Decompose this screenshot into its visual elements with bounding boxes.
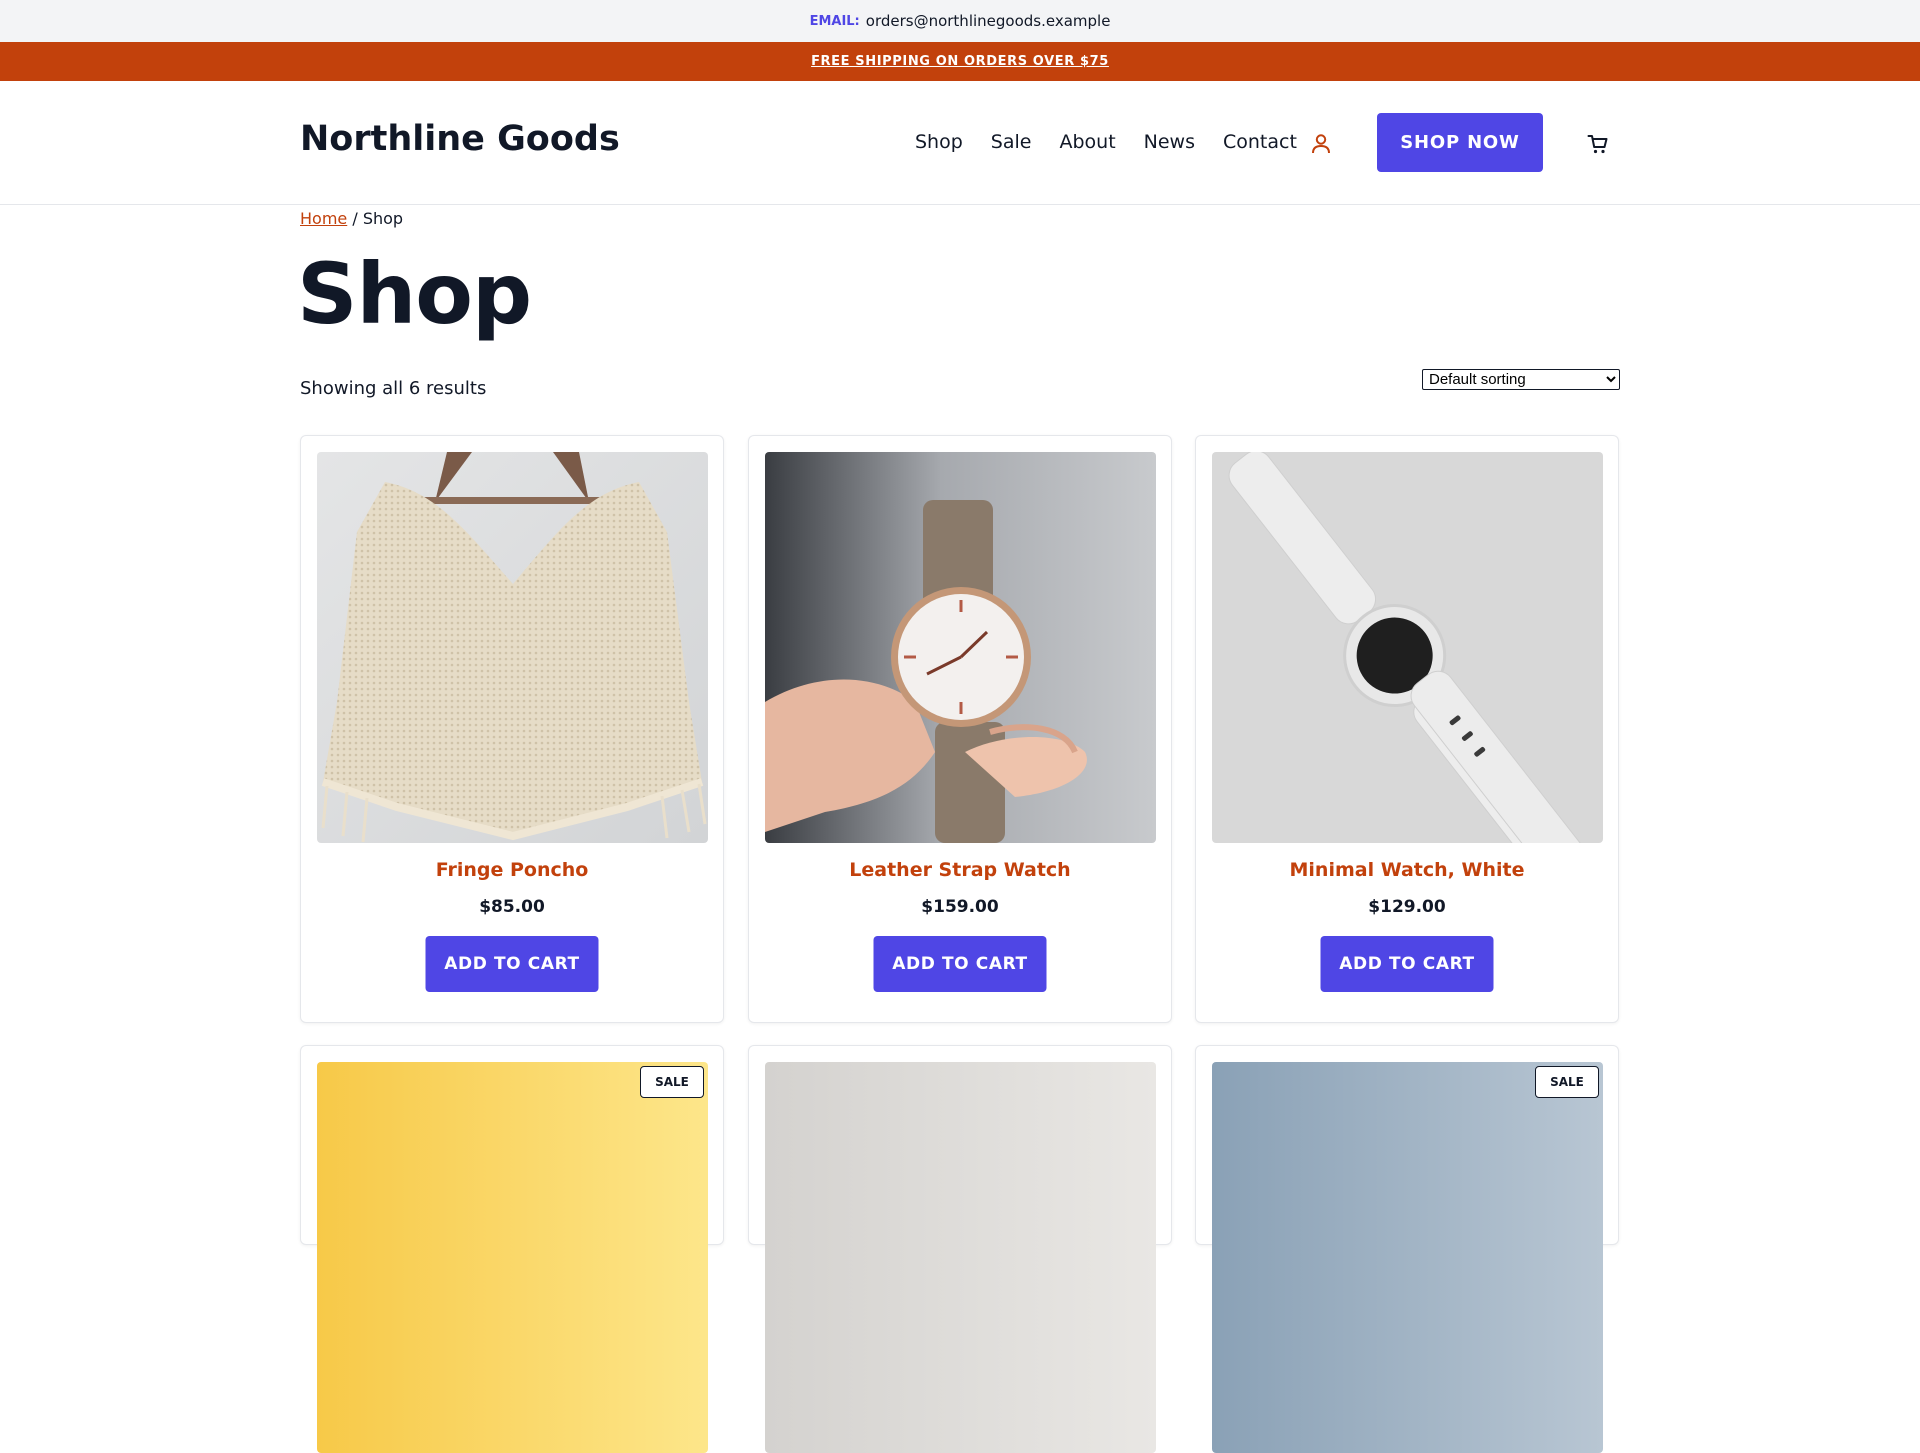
email-label: EMAIL: [809,13,860,29]
add-to-cart-button[interactable]: ADD TO CART [425,936,599,992]
product-price: $85.00 [479,897,545,917]
result-count: Showing all 6 results [300,378,487,399]
product-price: $129.00 [1368,897,1446,917]
breadcrumb: Home / Shop [300,209,403,228]
product-name[interactable]: Minimal Watch, White [1196,859,1618,881]
product-card: Leather Strap Watch $159.00 ADD TO CART [748,435,1172,1023]
add-to-cart-button[interactable]: ADD TO CART [873,936,1047,992]
product-name[interactable]: Fringe Poncho [301,859,723,881]
breadcrumb-home-link[interactable]: Home [300,209,347,228]
user-icon[interactable] [1311,133,1331,155]
product-image[interactable]: SALE [317,1062,708,1453]
product-card: Minimal Watch, White $129.00 ADD TO CART [1195,435,1619,1023]
main-nav: Shop Sale About News Contact [915,131,1297,153]
nav-item-news[interactable]: News [1144,131,1195,153]
product-price: $159.00 [921,897,999,917]
sale-badge: SALE [1535,1066,1599,1098]
nav-item-shop[interactable]: Shop [915,131,963,153]
product-card [748,1045,1172,1453]
product-image-fringe-poncho[interactable] [317,452,708,843]
sale-badge: SALE [640,1066,704,1098]
site-header: Northline Goods Shop Sale About News Con… [0,81,1920,205]
product-image-minimal-watch-white[interactable] [1212,452,1603,843]
nav-item-sale[interactable]: Sale [991,131,1032,153]
product-image-leather-strap-watch[interactable] [765,452,1156,843]
page-title: Shop [297,245,532,343]
email-address[interactable]: orders@northlinegoods.example [866,12,1111,30]
free-shipping-link[interactable]: FREE SHIPPING ON ORDERS OVER $75 [811,54,1109,69]
cart-icon[interactable] [1587,133,1609,155]
sort-select[interactable]: Default sorting [1422,369,1620,390]
product-card: SALE [1195,1045,1619,1453]
breadcrumb-separator: / [347,209,363,228]
site-logo[interactable]: Northline Goods [300,119,620,159]
shop-now-button[interactable]: SHOP NOW [1377,113,1543,172]
breadcrumb-current: Shop [362,209,404,228]
nav-item-contact[interactable]: Contact [1223,131,1297,153]
promo-banner: FREE SHIPPING ON ORDERS OVER $75 [0,42,1920,81]
nav-item-about[interactable]: About [1059,131,1115,153]
product-card: Fringe Poncho $85.00 ADD TO CART [300,435,724,1023]
product-image[interactable]: SALE [1212,1062,1603,1453]
product-name[interactable]: Leather Strap Watch [749,859,1171,881]
top-contact-bar: EMAIL: orders@northlinegoods.example [0,0,1920,42]
add-to-cart-button[interactable]: ADD TO CART [1320,936,1494,992]
product-image[interactable] [765,1062,1156,1453]
product-card: SALE [300,1045,724,1453]
